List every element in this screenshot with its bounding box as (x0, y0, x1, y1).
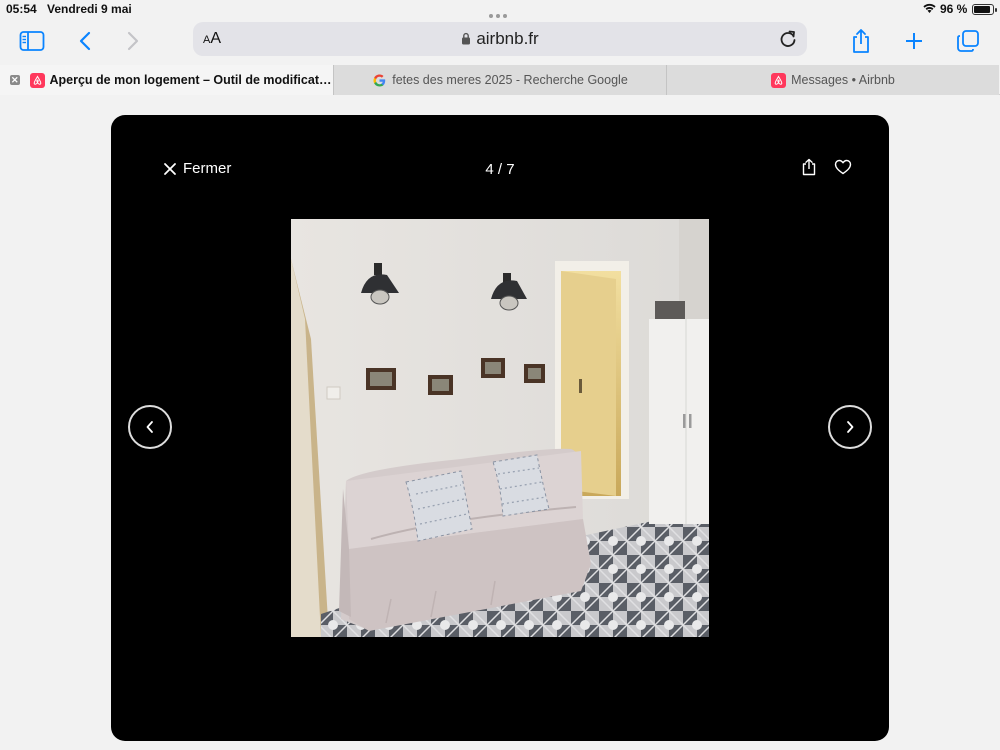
previous-photo-button[interactable] (128, 405, 172, 449)
photo-counter: 4 / 7 (485, 161, 515, 178)
forward-button[interactable] (118, 26, 148, 56)
tab-title: Messages • Airbnb (791, 73, 895, 87)
battery-level-fill (974, 6, 991, 13)
battery-percent: 96 % (940, 2, 968, 16)
reload-icon[interactable] (777, 28, 799, 50)
share-icon[interactable] (846, 26, 876, 56)
share-photo-icon[interactable] (801, 158, 821, 180)
tab-fetes-des-meres[interactable]: fetes des meres 2025 - Recherche Google (333, 65, 666, 95)
back-button[interactable] (70, 26, 100, 56)
tab-messages-airbnb[interactable]: Messages • Airbnb (666, 65, 999, 95)
chevron-left-icon (79, 31, 91, 51)
status-date: Vendredi 9 mai (47, 2, 132, 16)
multitasking-dots-icon[interactable] (489, 7, 511, 18)
tab-title: fetes des meres 2025 - Recherche Google (392, 73, 628, 87)
chevron-right-icon (127, 31, 139, 51)
lock-icon (461, 30, 471, 50)
listing-photo (291, 219, 709, 637)
address-bar[interactable]: AA airbnb.fr (193, 22, 807, 56)
status-time: 05:54 (6, 2, 37, 16)
close-tab-icon[interactable]: ✕ (10, 75, 20, 85)
google-icon (372, 73, 387, 88)
next-photo-button[interactable] (828, 405, 872, 449)
browser-toolbar: AA airbnb.fr (0, 18, 1000, 65)
status-bar: 05:54 Vendredi 9 mai 96 % (0, 0, 1000, 18)
airbnb-icon (771, 72, 787, 88)
url-text: airbnb.fr (476, 29, 539, 48)
battery-icon (972, 4, 997, 15)
chevron-left-icon (146, 421, 153, 433)
tab-bar: ✕ Aperçu de mon logement – Outil de modi… (0, 65, 1000, 95)
sidebar-toggle-icon[interactable] (17, 26, 47, 56)
url-field[interactable]: airbnb.fr (193, 29, 807, 50)
heart-icon[interactable] (834, 159, 854, 179)
airbnb-icon (29, 72, 45, 88)
tab-apercu-logement[interactable]: ✕ Aperçu de mon logement – Outil de modi… (0, 65, 333, 95)
chevron-right-icon (847, 421, 854, 433)
new-tab-icon[interactable] (899, 26, 929, 56)
photo-viewer-modal: Fermer 4 / 7 (111, 115, 889, 741)
tab-title: Aperçu de mon logement – Outil de modifi… (49, 73, 334, 87)
tab-overview-icon[interactable] (953, 26, 983, 56)
wifi-icon (922, 2, 937, 17)
